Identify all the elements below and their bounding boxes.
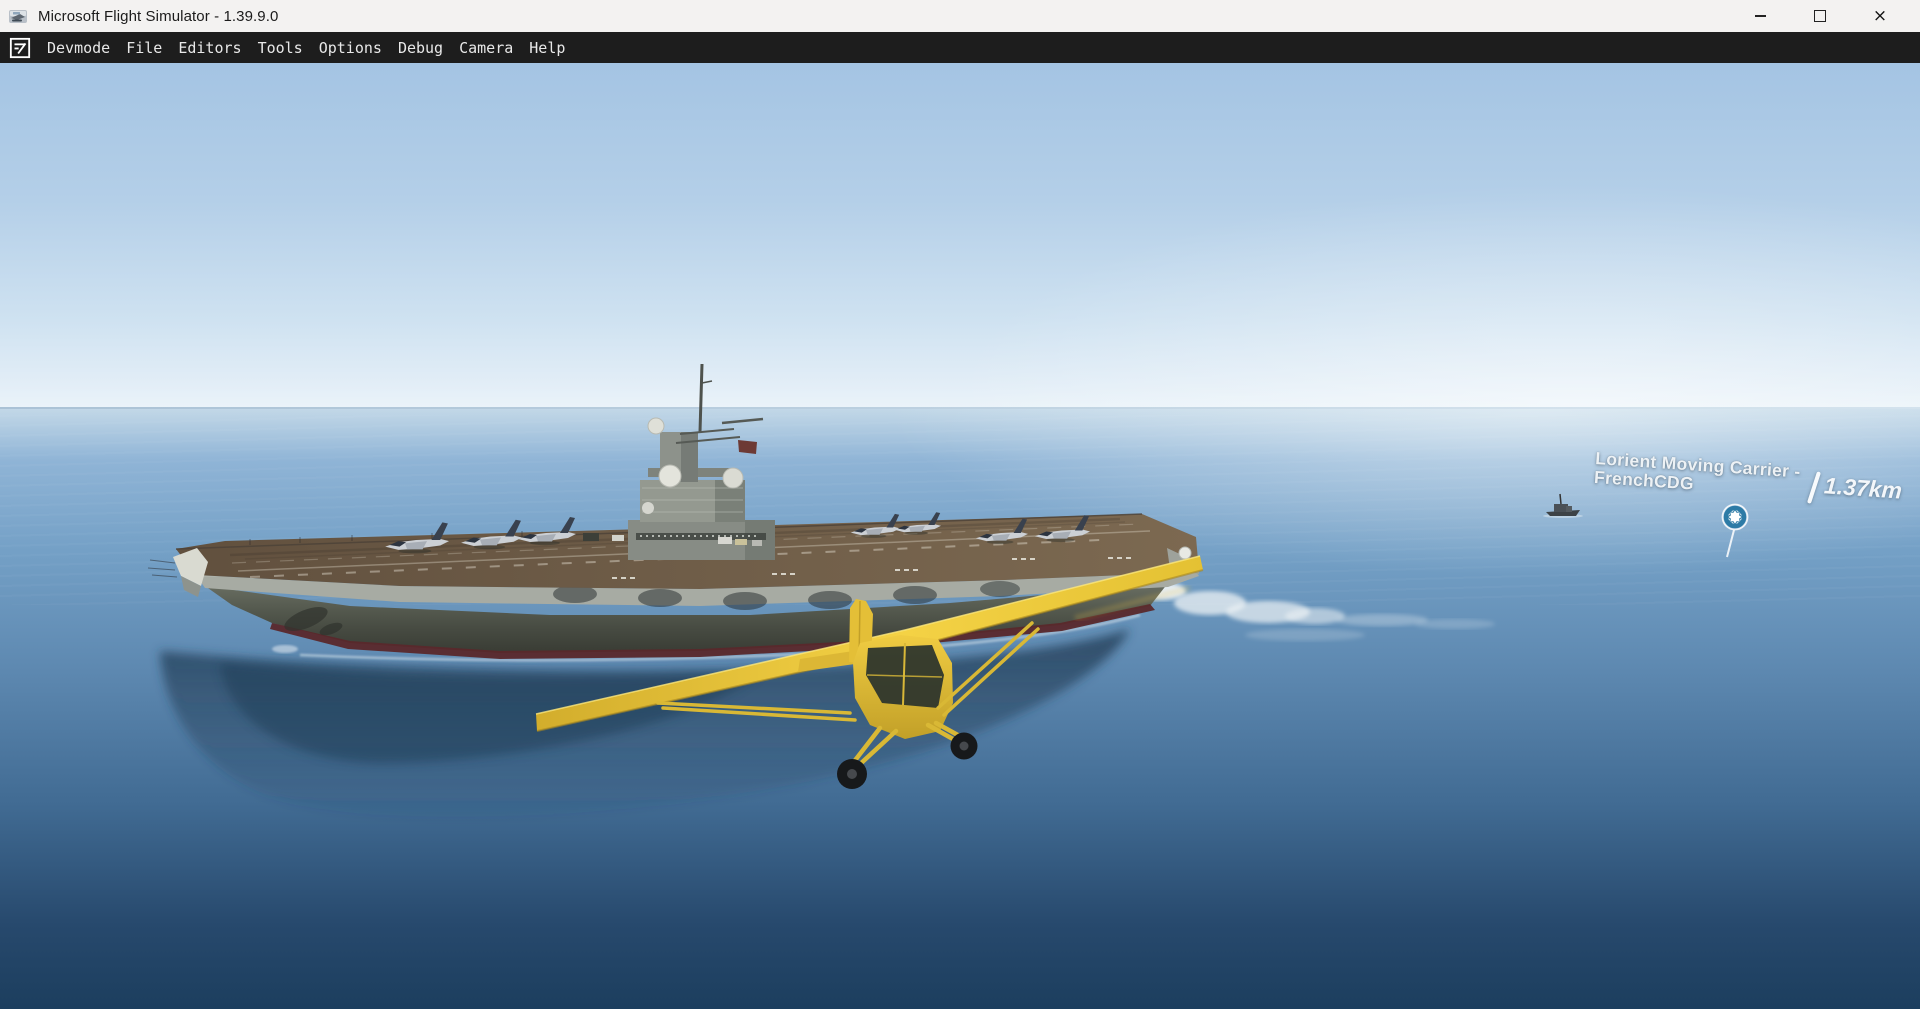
menu-item-devmode[interactable]: Devmode <box>39 39 118 57</box>
maximize-icon <box>1814 10 1826 22</box>
app-icon <box>9 9 27 23</box>
minimize-icon <box>1754 15 1766 17</box>
simulation-viewport[interactable]: Lorient Moving Carrier - FrenchCDG 1.37k… <box>0 63 1920 1009</box>
title-bar: Microsoft Flight Simulator - 1.39.9.0 × <box>0 0 1920 32</box>
close-button[interactable]: × <box>1850 0 1910 32</box>
menu-item-file[interactable]: File <box>118 39 170 57</box>
minimize-button[interactable] <box>1730 0 1790 32</box>
poi-distance: 1.37km <box>1823 472 1903 504</box>
menu-item-tools[interactable]: Tools <box>250 39 311 57</box>
devmode-icon <box>9 37 31 58</box>
world-scene <box>147 363 1735 818</box>
menu-item-options[interactable]: Options <box>311 39 390 57</box>
menu-item-editors[interactable]: Editors <box>170 39 249 57</box>
caption-buttons: × <box>1730 0 1920 32</box>
menu-item-debug[interactable]: Debug <box>390 39 451 57</box>
maximize-button[interactable] <box>1790 0 1850 32</box>
carrier-island <box>628 363 775 560</box>
waypoint-marker <box>1720 502 1750 532</box>
devmode-menu-bar: Devmode File Editors Tools Options Debug… <box>0 32 1920 63</box>
escort-ship <box>1543 493 1583 518</box>
menu-item-help[interactable]: Help <box>521 39 573 57</box>
menu-item-camera[interactable]: Camera <box>451 39 521 57</box>
waypoint-icon <box>1721 503 1749 531</box>
window-title: Microsoft Flight Simulator - 1.39.9.0 <box>38 7 279 25</box>
close-icon: × <box>1872 5 1888 26</box>
aircraft-carrier <box>147 363 1199 659</box>
waypoint-leader-line <box>1726 529 1735 558</box>
